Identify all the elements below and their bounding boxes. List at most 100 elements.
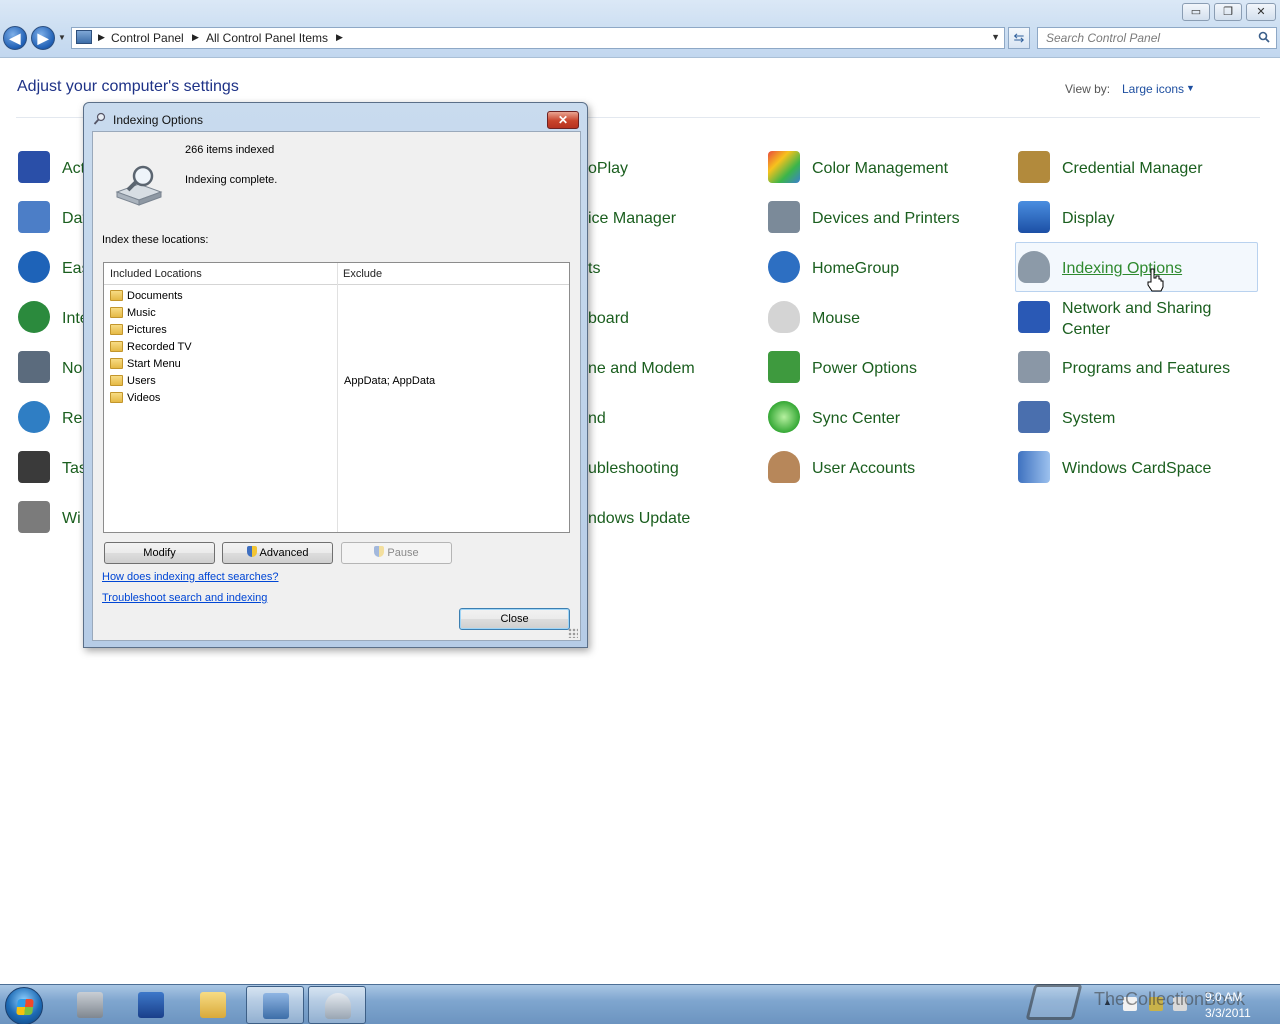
folder-icon [110, 307, 123, 318]
list-item[interactable]: Recorded TV [110, 339, 565, 356]
list-item[interactable]: Videos [110, 390, 565, 407]
dialog-body: 266 items indexed Indexing complete. Ind… [92, 131, 581, 641]
column-header-included[interactable]: Included Locations [110, 268, 202, 280]
power-options-icon [768, 351, 800, 383]
programs-icon [1018, 351, 1050, 383]
list-item[interactable]: Documents [110, 288, 565, 305]
folder-icon [110, 324, 123, 335]
item-indexing-options[interactable]: Indexing Options [1015, 242, 1258, 292]
modify-button[interactable]: Modify [104, 542, 215, 564]
advanced-label: Advanced [259, 547, 309, 559]
view-by-label: View by: [1065, 82, 1111, 96]
item-display[interactable]: Display [1016, 193, 1256, 241]
globe-checklist-icon [18, 301, 50, 333]
maximize-button[interactable]: ❐ [1214, 3, 1242, 21]
item-label: Color Management [812, 160, 949, 177]
address-bar[interactable]: ▶ Control Panel ▶ All Control Panel Item… [71, 27, 1005, 49]
explorer-titlebar: ▭ ❐ ✕ ◀ ▶ ▼ ▶ Control Panel ▶ All Contro… [0, 0, 1280, 58]
refresh-button[interactable]: ⇆ [1008, 27, 1030, 49]
folder-icon [110, 341, 123, 352]
locations-list[interactable]: Included Locations Exclude Documents Mus… [103, 262, 570, 533]
how-indexing-affects-link[interactable]: How does indexing affect searches? [102, 571, 279, 583]
item-label: Display [1062, 210, 1115, 227]
item-label: ndows Update [588, 510, 691, 527]
location-name: Recorded TV [127, 341, 192, 353]
item-network-sharing[interactable]: Network and Sharing Center [1016, 293, 1256, 341]
pause-button[interactable]: Pause [341, 542, 452, 564]
minimize-button[interactable]: ▭ [1182, 3, 1210, 21]
indexing-icon [1018, 251, 1050, 283]
breadcrumb-arrow-icon[interactable]: ▶ [192, 32, 199, 43]
advanced-button[interactable]: Advanced [222, 542, 333, 564]
forward-button[interactable]: ▶ [31, 26, 55, 50]
location-name: Videos [127, 392, 161, 404]
view-by-dropdown[interactable]: Large icons [1122, 82, 1184, 96]
breadcrumb-arrow-icon[interactable]: ▶ [336, 32, 343, 43]
item-homegroup[interactable]: HomeGroup [766, 243, 1006, 291]
item-mouse[interactable]: Mouse [766, 293, 1006, 341]
pause-label: Pause [387, 547, 419, 559]
start-button[interactable] [5, 987, 43, 1024]
system-icon [1018, 401, 1050, 433]
folder-icon [110, 392, 123, 403]
window-close-button[interactable]: ✕ [1246, 3, 1276, 21]
item-system[interactable]: System [1016, 393, 1256, 441]
calendar-clock-icon [18, 201, 50, 233]
location-exclude: AppData; AppData [344, 375, 436, 387]
item-label: Windows CardSpace [1062, 460, 1212, 477]
desktop: ▭ ❐ ✕ ◀ ▶ ▼ ▶ Control Panel ▶ All Contro… [0, 0, 1280, 1024]
globe-clock-icon [18, 401, 50, 433]
item-label: HomeGroup [812, 260, 900, 277]
chevron-down-icon[interactable]: ▼ [1186, 83, 1195, 93]
taskbar-explorer[interactable] [184, 986, 242, 1024]
item-color-management[interactable]: Color Management [766, 143, 1006, 191]
item-windows-cardspace[interactable]: Windows CardSpace [1016, 443, 1256, 491]
location-name: Start Menu [127, 358, 181, 370]
taskbar-server-manager[interactable] [61, 986, 119, 1024]
vault-icon [1018, 151, 1050, 183]
page-title: Adjust your computer's settings [17, 78, 239, 95]
breadcrumb-control-panel[interactable]: Control Panel [111, 31, 184, 45]
indexing-options-dialog: Indexing Options ✕ 266 items indexed Ind… [83, 102, 588, 648]
recent-pages-dropdown-icon[interactable]: ▼ [58, 33, 66, 42]
list-item[interactable]: Music [110, 305, 565, 322]
users-icon [768, 451, 800, 483]
search-icon[interactable] [1258, 31, 1270, 43]
item-credential-manager[interactable]: Credential Manager [1016, 143, 1256, 191]
list-item[interactable]: Start Menu [110, 356, 565, 373]
breadcrumb-all-items[interactable]: All Control Panel Items [206, 31, 328, 45]
resize-grip[interactable] [568, 628, 578, 638]
item-devices-printers[interactable]: Devices and Printers [766, 193, 1006, 241]
item-sync-center[interactable]: Sync Center [766, 393, 1006, 441]
back-button[interactable]: ◀ [3, 26, 27, 50]
item-label: ubleshooting [588, 460, 679, 477]
location-name: Music [127, 307, 156, 319]
address-dropdown-icon[interactable]: ▼ [991, 32, 1000, 42]
item-label: Programs and Features [1062, 360, 1231, 377]
printer-icon [768, 201, 800, 233]
item-power-options[interactable]: Power Options [766, 343, 1006, 391]
folder-icon [110, 375, 123, 386]
location-name: Documents [127, 290, 183, 302]
item-label: ts [588, 260, 601, 277]
item-programs-features[interactable]: Programs and Features [1016, 343, 1256, 391]
taskbar-control-panel[interactable] [246, 986, 304, 1024]
taskbar-indexing-options[interactable] [308, 986, 366, 1024]
list-item[interactable]: Users AppData; AppData [110, 373, 565, 390]
display-icon [1018, 201, 1050, 233]
cardspace-icon [1018, 451, 1050, 483]
dialog-close-button[interactable]: ✕ [547, 111, 579, 129]
item-user-accounts[interactable]: User Accounts [766, 443, 1006, 491]
close-button[interactable]: Close [459, 608, 570, 630]
item-label: Mouse [812, 310, 861, 327]
search-input[interactable]: Search Control Panel [1037, 27, 1277, 49]
item-label: System [1062, 410, 1116, 427]
clock-date[interactable]: 3/3/2011 [1205, 1006, 1251, 1020]
breadcrumb-arrow-icon[interactable]: ▶ [98, 32, 105, 43]
column-header-exclude[interactable]: Exclude [343, 268, 382, 280]
list-item[interactable]: Pictures [110, 322, 565, 339]
troubleshoot-link[interactable]: Troubleshoot search and indexing [102, 592, 267, 604]
clock-time[interactable]: 9:0 AM [1205, 990, 1242, 1004]
taskbar-powershell[interactable] [122, 986, 180, 1024]
firewall-icon [18, 501, 50, 533]
